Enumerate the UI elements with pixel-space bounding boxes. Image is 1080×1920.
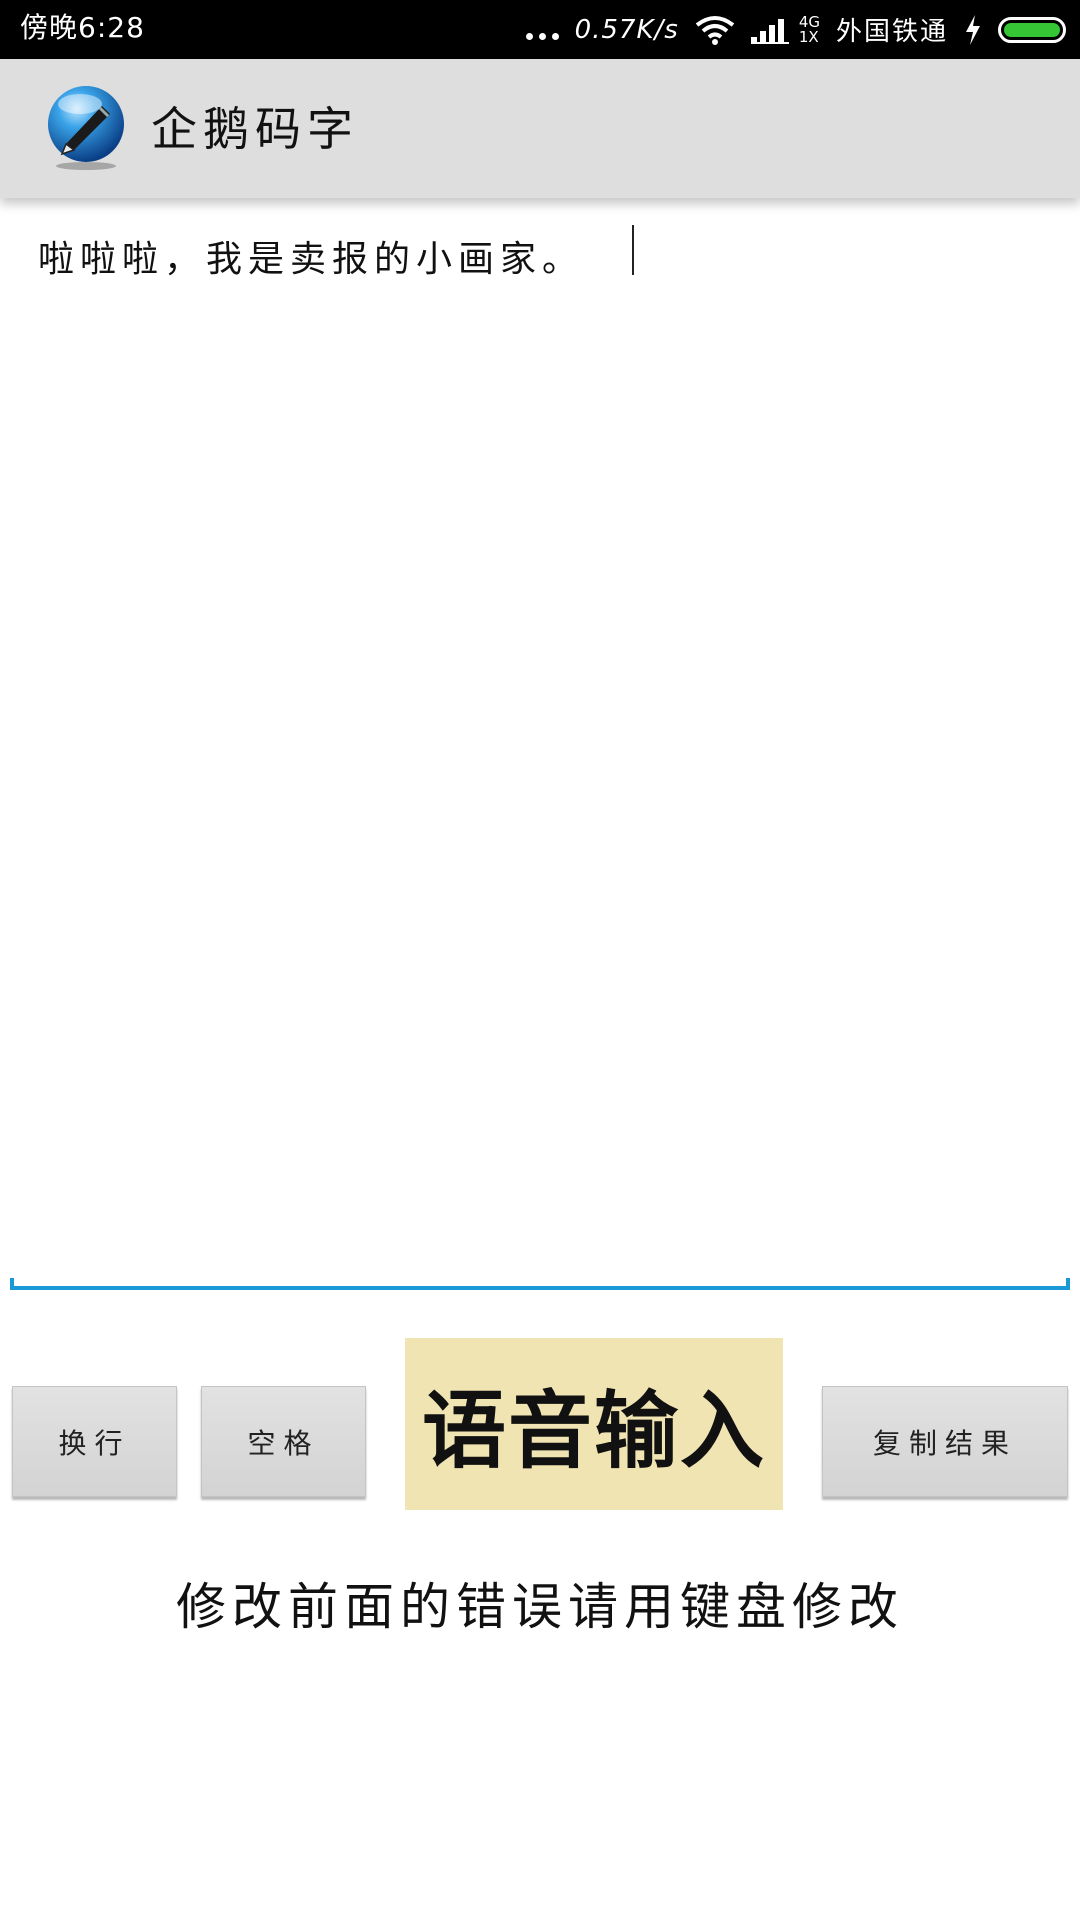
newline-button[interactable]: 换行 [12,1386,177,1497]
status-time: 傍晚6:28 [20,11,145,44]
text-editor[interactable]: 啦啦啦，我是卖报的小画家。 [10,210,1070,1290]
editor-text[interactable]: 啦啦啦，我是卖报的小画家。 [38,230,584,290]
status-right-group: 0.57K/s 4G 1X 外国铁通 [525,0,1066,59]
app-bar: 企鹅码字 [0,59,1080,198]
charging-icon [966,14,980,45]
copy-result-button[interactable]: 复制结果 [822,1386,1068,1497]
wifi-icon [695,15,735,45]
battery-level [1004,22,1060,37]
signal-icon [750,18,789,44]
pen-globe-icon [48,86,124,170]
status-bar: 傍晚6:28 0.57K/s 4G 1X 外国铁通 [0,0,1080,59]
hint-text: 修改前面的错误请用键盘修改 [176,1578,904,1636]
app-title: 企鹅码字 [151,102,359,156]
network-type-bottom: 1X [798,27,819,46]
space-button[interactable]: 空格 [201,1386,366,1497]
network-speed: 0.57K/s [574,14,679,45]
voice-input-button[interactable]: 语音输入 [405,1338,783,1510]
carrier-name: 外国铁通 [835,17,948,47]
editor-underline [10,1278,1070,1290]
text-caret [632,225,634,275]
network-type: 4G 1X [798,14,820,46]
battery-icon [998,16,1066,43]
more-dots-icon [525,19,559,40]
